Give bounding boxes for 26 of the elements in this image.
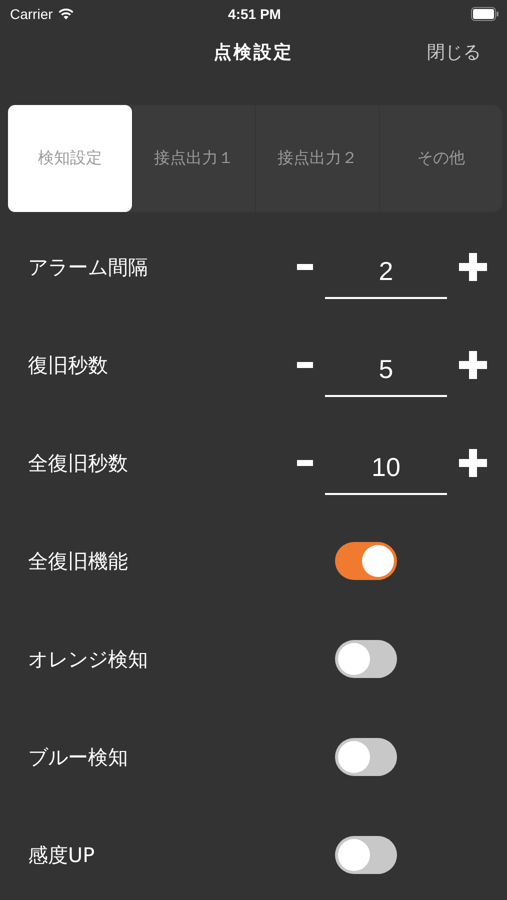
toggle-switch[interactable] — [335, 836, 397, 874]
toggle-switch[interactable] — [335, 640, 397, 678]
battery-icon — [470, 7, 499, 21]
setting-label: 復旧秒数 — [28, 352, 108, 378]
toggle-switch[interactable] — [335, 738, 397, 776]
setting-label: ブルー検知 — [28, 744, 128, 770]
tab[interactable]: 接点出力１ — [132, 105, 255, 212]
status-time: 4:51 PM — [228, 6, 281, 22]
carrier-name: Carrier — [10, 6, 53, 22]
setting-label: 感度UP — [28, 842, 95, 868]
setting-label: オレンジ検知 — [28, 646, 148, 672]
value-field[interactable]: 5 — [325, 354, 447, 396]
plus-icon[interactable] — [459, 449, 487, 477]
setting-label: 全復旧秒数 — [28, 450, 128, 476]
tab[interactable]: 接点出力２ — [255, 105, 378, 212]
setting-label: アラーム間隔 — [28, 254, 148, 280]
plus-icon[interactable] — [459, 253, 487, 281]
setting-label: 全復旧機能 — [28, 548, 128, 574]
wifi-icon — [58, 8, 74, 20]
plus-icon[interactable] — [459, 351, 487, 379]
value-field[interactable]: 2 — [325, 256, 447, 298]
tab[interactable]: その他 — [378, 105, 502, 212]
toggle-switch[interactable] — [335, 542, 397, 580]
screen-title: 点検設定 — [214, 41, 294, 64]
value-field[interactable]: 10 — [325, 452, 447, 494]
close-button[interactable]: 閉じる — [427, 38, 481, 66]
